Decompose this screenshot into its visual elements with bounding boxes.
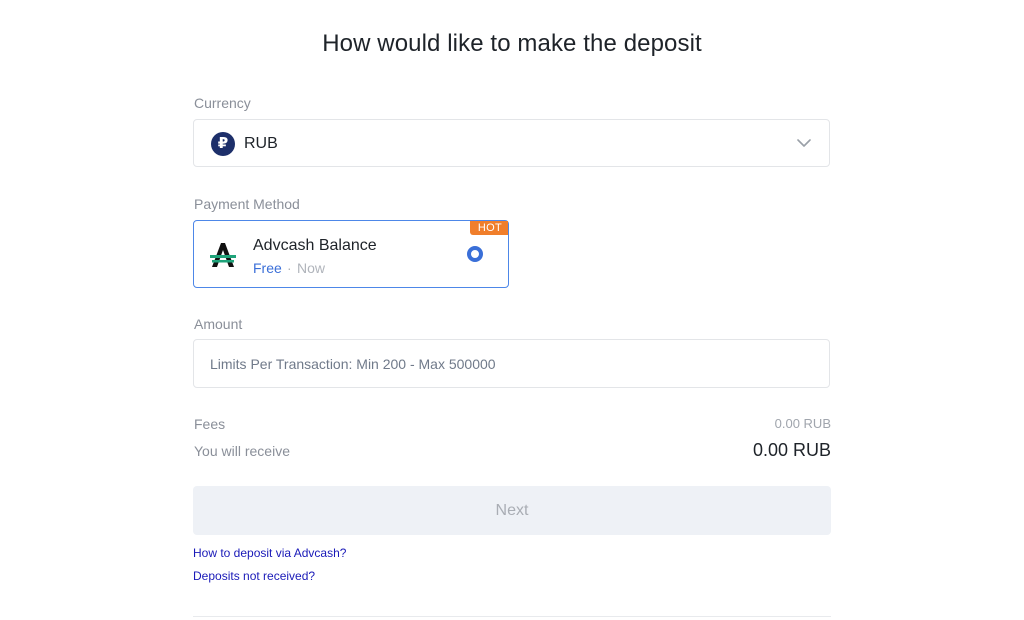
receive-value: 0.00 RUB <box>752 440 831 460</box>
payment-method-radio[interactable] <box>467 246 483 262</box>
currency-selected-value: RUB <box>244 135 278 152</box>
advcash-logo-icon <box>210 243 236 267</box>
how-to-deposit-link[interactable]: How to deposit via Advcash? <box>193 546 346 560</box>
deposits-not-received-link[interactable]: Deposits not received? <box>193 569 315 583</box>
fees-label: Fees <box>194 416 226 432</box>
payment-method-name: Advcash Balance <box>253 237 377 254</box>
payment-method-separator: · <box>287 260 292 276</box>
next-button[interactable]: Next <box>193 486 831 535</box>
ruble-icon: ₽ <box>211 132 235 156</box>
currency-label: Currency <box>194 95 251 111</box>
divider <box>193 616 831 617</box>
page-title: How would like to make the deposit <box>322 30 702 57</box>
chevron-down-icon <box>797 139 811 147</box>
currency-select[interactable]: ₽ RUB <box>193 119 830 167</box>
payment-method-time: Now <box>297 260 326 276</box>
payment-method-label: Payment Method <box>194 196 300 212</box>
amount-label: Amount <box>194 316 243 332</box>
payment-method-option-advcash[interactable]: HOT Advcash Balance Free · Now <box>193 220 509 288</box>
hot-badge: HOT <box>469 221 508 235</box>
payment-method-fee: Free <box>253 260 282 276</box>
receive-label: You will receive <box>194 443 290 459</box>
amount-input[interactable] <box>193 339 830 388</box>
fees-value: 0.00 RUB <box>774 416 831 431</box>
